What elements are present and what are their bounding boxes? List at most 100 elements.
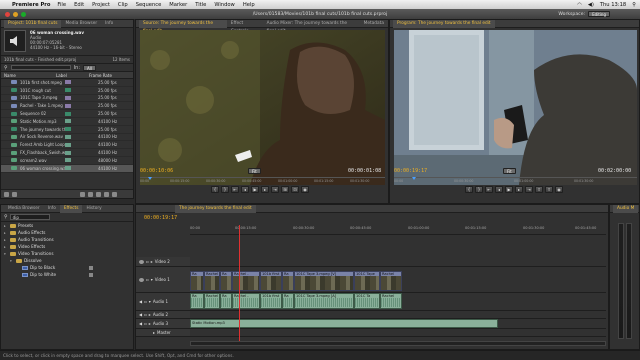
speaker-icon[interactable]: ◀ — [139, 299, 142, 304]
column-label[interactable]: Label — [56, 73, 89, 78]
go-to-in-button[interactable]: ⇤ — [231, 186, 239, 193]
tab-metadata[interactable]: Metadata — [360, 20, 388, 28]
audio-clip[interactable]: Static Motion.mp3 — [190, 319, 498, 328]
tab-effect-controls[interactable]: Effect Controls — [227, 20, 263, 34]
play-button[interactable]: ▶ — [251, 186, 259, 193]
go-to-out-button[interactable]: ⇥ — [271, 186, 279, 193]
tab-audio-mixer[interactable]: Audio Mixer: The journey towards the fin… — [263, 20, 360, 34]
audio-clip[interactable]: Ra — [190, 293, 204, 309]
program-timecode-current[interactable]: 00:00:19:17 — [394, 168, 427, 174]
lock-icon[interactable]: ▫ — [144, 312, 147, 317]
source-timecode-current[interactable]: 00:00:10:06 — [140, 168, 173, 174]
menu-window[interactable]: Window — [214, 2, 234, 8]
source-video-frame[interactable] — [140, 30, 385, 185]
disclosure-triangle-icon[interactable]: ▸ — [4, 245, 8, 249]
program-video-frame[interactable] — [394, 30, 637, 185]
tab-sequence[interactable]: The journey towards the final edit — [175, 204, 256, 213]
tab-media-browser[interactable]: Media Browser — [4, 205, 44, 213]
project-item[interactable]: FX_Flashback_Swish.wav 44100 Hz — [1, 149, 133, 157]
menu-edit[interactable]: Edit — [74, 2, 84, 8]
menu-clip[interactable]: Clip — [118, 2, 128, 8]
effect-item[interactable]: Dip to Black — [1, 264, 133, 271]
lock-icon[interactable]: ▫ — [144, 321, 147, 326]
project-item[interactable]: The journey towards the 25.00 fps — [1, 126, 133, 134]
column-name[interactable]: Name — [1, 73, 56, 78]
label-swatch[interactable] — [65, 134, 71, 139]
audio-clip[interactable]: Ra — [282, 293, 294, 309]
project-item[interactable]: Air Sock Reverse.wav 44100 Hz — [1, 134, 133, 142]
play-button[interactable]: ▶ — [505, 186, 513, 193]
audio-clip[interactable]: Rachel - — [232, 293, 260, 309]
speaker-icon[interactable]: ◀ — [139, 312, 142, 317]
project-item[interactable]: 101b first shot.mpeg 25.00 fps — [1, 79, 133, 87]
project-item[interactable]: scream2.wav 48000 Hz — [1, 157, 133, 165]
video-clip[interactable]: Rachel — [204, 271, 220, 291]
mark-out-button[interactable]: } — [221, 186, 229, 193]
eye-icon[interactable] — [139, 259, 144, 264]
project-item[interactable]: Sequence 02 25.00 fps — [1, 110, 133, 118]
app-menu[interactable]: Premiere Pro — [12, 2, 50, 8]
clip-thumbnail[interactable] — [4, 30, 26, 52]
disclosure-triangle-icon[interactable]: ▾ — [10, 259, 14, 263]
audio-clip[interactable]: Rachel — [204, 293, 220, 309]
label-swatch[interactable] — [65, 150, 71, 155]
timeline-horizontal-scrollbar[interactable] — [190, 341, 606, 346]
timeline-time-ruler[interactable]: 00:00 00:00:15:00 00:00:30:00 00:00:45:0… — [190, 225, 606, 235]
effects-folder[interactable]: ▾ Dissolve — [1, 257, 133, 264]
label-swatch[interactable] — [65, 103, 71, 108]
clock[interactable]: Thu 13:18 — [600, 2, 626, 8]
label-swatch[interactable] — [65, 88, 71, 93]
tab-effects[interactable]: Effects — [59, 204, 83, 213]
icon-view-icon[interactable] — [12, 191, 17, 197]
mark-in-button[interactable]: { — [465, 186, 473, 193]
menu-file[interactable]: File — [57, 2, 66, 8]
eye-icon[interactable] — [139, 277, 144, 282]
label-swatch[interactable] — [65, 142, 71, 147]
menu-marker[interactable]: Marker — [169, 2, 187, 8]
project-search-input[interactable] — [10, 65, 71, 70]
expand-icon[interactable]: ▾ — [151, 277, 153, 282]
effects-folder[interactable]: ▸ Audio Transitions — [1, 236, 133, 243]
disclosure-triangle-icon[interactable]: ▸ — [4, 224, 8, 228]
project-item[interactable]: Forest Amb Light Loop.w 44100 Hz — [1, 141, 133, 150]
lift-button[interactable]: ⇧ — [535, 186, 543, 193]
effects-search-input[interactable]: dip — [9, 214, 50, 220]
step-back-button[interactable]: ◂ — [495, 186, 503, 193]
project-item[interactable]: 101C rough cut 25.00 fps — [1, 87, 133, 95]
expand-icon[interactable]: ▸ — [149, 321, 151, 326]
expand-icon[interactable]: ▾ — [149, 299, 151, 304]
expand-icon[interactable]: ▸ — [153, 330, 155, 335]
new-item-icon[interactable] — [104, 191, 109, 197]
column-frame-rate[interactable]: Frame Rate — [89, 73, 129, 78]
trash-icon[interactable] — [112, 191, 117, 197]
tab-info[interactable]: Info — [101, 20, 117, 28]
audio-clip[interactable]: Rachel — [380, 293, 402, 309]
audio-clip[interactable]: 101b first — [260, 293, 282, 309]
tab-source[interactable]: Source: The journey towards the final ed… — [139, 19, 227, 34]
menu-title[interactable]: Title — [195, 2, 206, 8]
find-icon[interactable] — [88, 191, 93, 197]
export-frame-button[interactable]: ◉ — [301, 186, 309, 193]
audio-clip[interactable]: 101C Ta — [354, 293, 380, 309]
wifi-icon[interactable]: ◠ — [577, 2, 582, 8]
step-back-button[interactable]: ◂ — [241, 186, 249, 193]
spotlight-icon[interactable]: ⚲ — [632, 2, 636, 8]
project-item[interactable]: 101C Tape 3.mpeg 25.00 fps — [1, 95, 133, 103]
video-clip[interactable]: 101C Tape 3.mpeg [V] — [294, 271, 354, 291]
source-playhead[interactable] — [148, 177, 152, 180]
tab-history[interactable]: History — [82, 205, 105, 213]
disclosure-triangle-icon[interactable]: ▸ — [4, 238, 8, 242]
program-zoom-dropdown[interactable]: Fit — [503, 168, 516, 174]
video-clip[interactable]: 101C Tape — [354, 271, 380, 291]
tab-program[interactable]: Program: The journey towards the final e… — [393, 19, 495, 28]
go-to-in-button[interactable]: ⇤ — [485, 186, 493, 193]
lock-icon[interactable]: ▫ — [144, 299, 147, 304]
tab-media-browser[interactable]: Media Browser — [61, 20, 101, 28]
tab-project[interactable]: Project: 101b final cuts — [4, 19, 62, 28]
mark-in-button[interactable]: { — [211, 186, 219, 193]
video-clip[interactable]: Ra — [220, 271, 232, 291]
audio-clip[interactable]: Ra — [220, 293, 232, 309]
workspace-dropdown[interactable]: Editing — [588, 11, 610, 17]
volume-icon[interactable]: ◀) — [588, 2, 594, 8]
effects-folder[interactable]: ▸ Presets — [1, 222, 133, 229]
